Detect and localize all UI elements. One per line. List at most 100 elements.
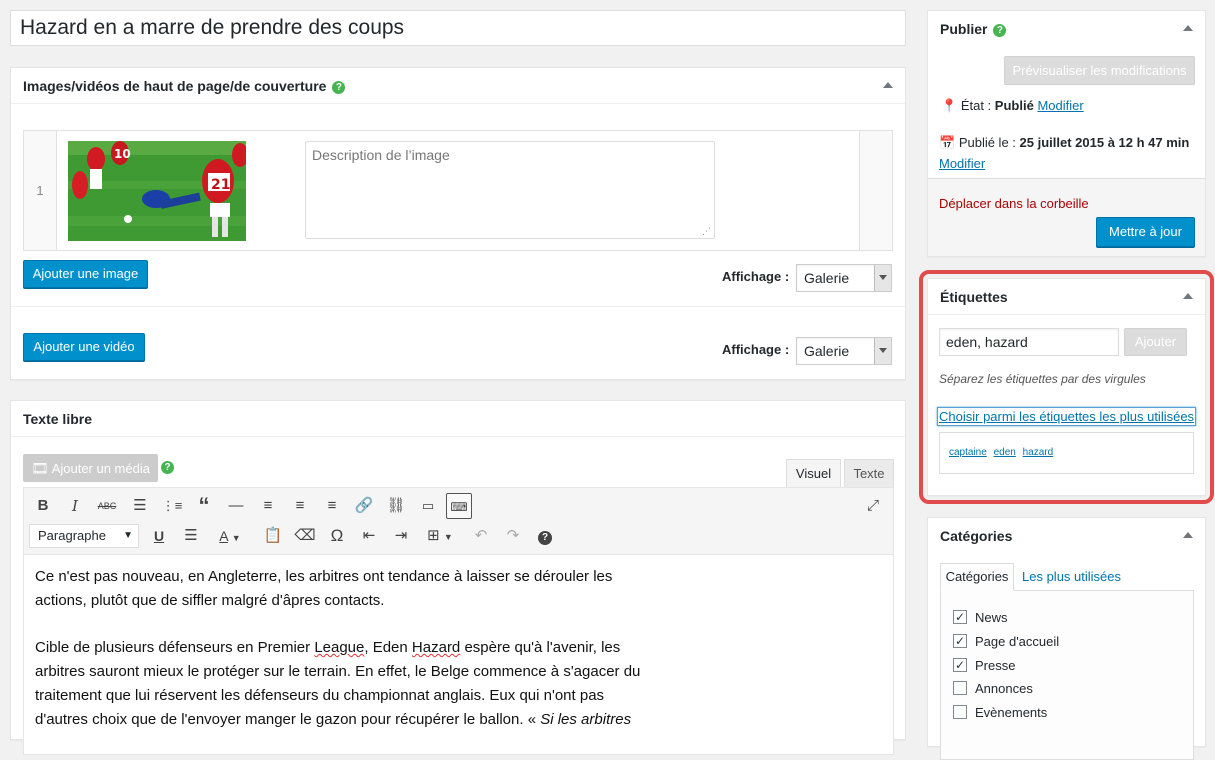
collapse-icon[interactable] — [883, 82, 893, 88]
indent-icon[interactable]: ⇥ — [388, 523, 414, 549]
preview-label: Prévisualiser les modifications — [1012, 63, 1187, 78]
tab-visual[interactable]: Visuel — [786, 459, 841, 487]
free-text-title: Texte libre — [23, 411, 92, 427]
image-description-field[interactable]: Description de l’image ⋰ — [305, 141, 715, 239]
image-thumbnail[interactable]: 10 21 — [68, 141, 246, 241]
align-right-icon[interactable]: ≡ — [319, 493, 345, 519]
redo-icon[interactable]: ↷ — [500, 523, 526, 549]
free-text-header[interactable]: Texte libre — [11, 401, 905, 437]
help-icon[interactable]: ? — [161, 461, 174, 474]
display-select-2[interactable]: Galerie — [796, 337, 892, 365]
tab-categories-popular[interactable]: Les plus utilisées — [1022, 569, 1121, 584]
date-modify-link[interactable]: Modifier — [939, 156, 985, 171]
align-left-icon[interactable]: ≡ — [255, 493, 281, 519]
align-center-icon[interactable]: ≡ — [287, 493, 313, 519]
toolbar-toggle-icon[interactable]: ⌨ — [446, 493, 472, 519]
link-icon[interactable]: 🔗 — [351, 493, 377, 519]
pin-icon: 📍 — [941, 98, 958, 113]
numbered-list-icon[interactable]: ⋮≡ — [159, 493, 185, 519]
row-number-cell[interactable]: 1 — [24, 131, 57, 250]
strikethrough-icon[interactable]: ABC — [94, 493, 120, 519]
paste-text-icon[interactable]: 📋 — [260, 523, 286, 549]
svg-text:21: 21 — [211, 177, 230, 193]
categories-header[interactable]: Catégories — [928, 518, 1205, 554]
category-checkbox-news[interactable]: ✓ — [953, 610, 967, 624]
tab-text-label: Texte — [853, 466, 885, 481]
cover-media-header[interactable]: Images/vidéos de haut de page/de couvert… — [11, 68, 905, 104]
spell-word-league: League — [314, 639, 365, 656]
unlink-icon[interactable]: ⛓ — [383, 493, 409, 519]
display-label-2: Affichage : — [722, 342, 790, 357]
category-checkbox-accueil[interactable]: ✓ — [953, 634, 967, 648]
bold-icon[interactable]: B — [30, 493, 56, 519]
preview-button[interactable]: Prévisualiser les modifications — [1004, 56, 1195, 85]
free-text-box: Texte libre 🎞 Ajouter un média ? Visuel … — [10, 400, 906, 755]
tab-text[interactable]: Texte — [844, 459, 894, 487]
collapse-icon[interactable] — [1183, 532, 1193, 538]
status-row: 📍 État : Publié Modifier — [941, 98, 1084, 114]
paragraph-2-line-1e: espère qu'à l'avenir, les — [460, 639, 621, 656]
add-media-label: Ajouter un média — [51, 461, 150, 476]
add-media-button[interactable]: 🎞 Ajouter un média — [23, 454, 158, 482]
publish-box: Publier? Prévisualiser les modifications… — [927, 10, 1206, 257]
blockquote-icon[interactable]: “ — [191, 493, 217, 519]
category-label: Page d'accueil — [975, 634, 1060, 649]
paragraph-2-line-1c: , Eden — [364, 639, 412, 656]
paragraph-2-line-1a: Cible de plusieurs défenseurs en Premier — [35, 639, 315, 656]
published-row: 📅 Publié le : 25 juillet 2015 à 12 h 47 … — [939, 132, 1201, 174]
underline-icon[interactable]: U — [146, 523, 172, 549]
text-color-icon[interactable]: A ▼ — [210, 523, 250, 549]
category-label: Evènements — [975, 705, 1048, 720]
add-image-button[interactable]: Ajouter une image — [23, 260, 148, 288]
svg-text:10: 10 — [114, 147, 131, 161]
row-actions-cell[interactable] — [859, 131, 892, 250]
category-checkbox-annonces[interactable] — [953, 681, 967, 695]
paragraph-1-line-1: Ce n'est pas nouveau, en Angleterre, les… — [35, 568, 613, 585]
category-checkbox-evenements[interactable] — [953, 705, 967, 719]
update-button[interactable]: Mettre à jour — [1096, 217, 1195, 247]
add-video-button[interactable]: Ajouter une vidéo — [23, 333, 145, 361]
football-photo: 10 21 — [68, 141, 246, 241]
outdent-icon[interactable]: ⇤ — [356, 523, 382, 549]
resize-handle-icon[interactable]: ⋰ — [702, 226, 711, 237]
horizontal-rule-icon[interactable]: — — [223, 493, 249, 519]
format-select[interactable]: Paragraphe ▼ — [29, 524, 139, 548]
publish-header[interactable]: Publier? — [928, 11, 1205, 47]
chevron-down-icon: ▼ — [123, 530, 133, 541]
category-label: News — [975, 610, 1008, 625]
undo-icon[interactable]: ↶ — [468, 523, 494, 549]
fullscreen-icon[interactable]: ⤢ — [860, 493, 886, 519]
display-label-1: Affichage : — [722, 269, 790, 284]
category-checkbox-presse[interactable]: ✓ — [953, 658, 967, 672]
justify-icon[interactable]: ☰ — [178, 523, 204, 549]
editor-content[interactable]: Ce n'est pas nouveau, en Angleterre, les… — [23, 555, 894, 755]
trash-link[interactable]: Déplacer dans la corbeille — [939, 196, 1089, 211]
display-select-1[interactable]: Galerie — [796, 264, 892, 292]
add-image-label: Ajouter une image — [32, 266, 139, 281]
image-description-placeholder: Description de l’image — [312, 147, 450, 163]
help-icon[interactable]: ? — [332, 81, 346, 94]
status-modify-link[interactable]: Modifier — [1037, 98, 1083, 113]
editor-toolbar: B I ABC ☰ ⋮≡ “ — ≡ ≡ ≡ 🔗 ⛓ ▭ ⌨ ⤢ Paragra… — [23, 487, 894, 555]
update-label: Mettre à jour — [1109, 224, 1182, 239]
bullet-list-icon[interactable]: ☰ — [127, 493, 153, 519]
help-icon[interactable]: ? — [993, 24, 1007, 37]
published-label: Publié le : — [958, 135, 1016, 150]
table-icon[interactable]: ⊞ ▼ — [420, 523, 460, 549]
post-title-input[interactable]: Hazard en a marre de prendre des coups — [10, 10, 906, 46]
status-label: État : — [960, 98, 992, 113]
read-more-icon[interactable]: ▭ — [415, 493, 441, 519]
category-list: ✓ News ✓ Page d'accueil ✓ Presse Annonce… — [940, 590, 1194, 760]
italic-icon[interactable]: I — [62, 493, 88, 519]
highlight-outline — [919, 270, 1214, 504]
special-character-icon[interactable]: Ω — [324, 523, 350, 549]
display-select-2-value: Galerie — [804, 343, 850, 359]
clear-formatting-icon[interactable]: ⌫ — [292, 523, 318, 549]
tab-visual-label: Visuel — [795, 466, 832, 481]
categories-title: Catégories — [940, 528, 1013, 544]
tab-categories-all[interactable]: Catégories — [940, 563, 1014, 591]
collapse-icon[interactable] — [1183, 25, 1193, 31]
categories-box: Catégories Catégories Les plus utilisées… — [927, 517, 1206, 760]
help-circle-icon[interactable]: ? — [532, 523, 558, 549]
divider — [11, 306, 905, 307]
